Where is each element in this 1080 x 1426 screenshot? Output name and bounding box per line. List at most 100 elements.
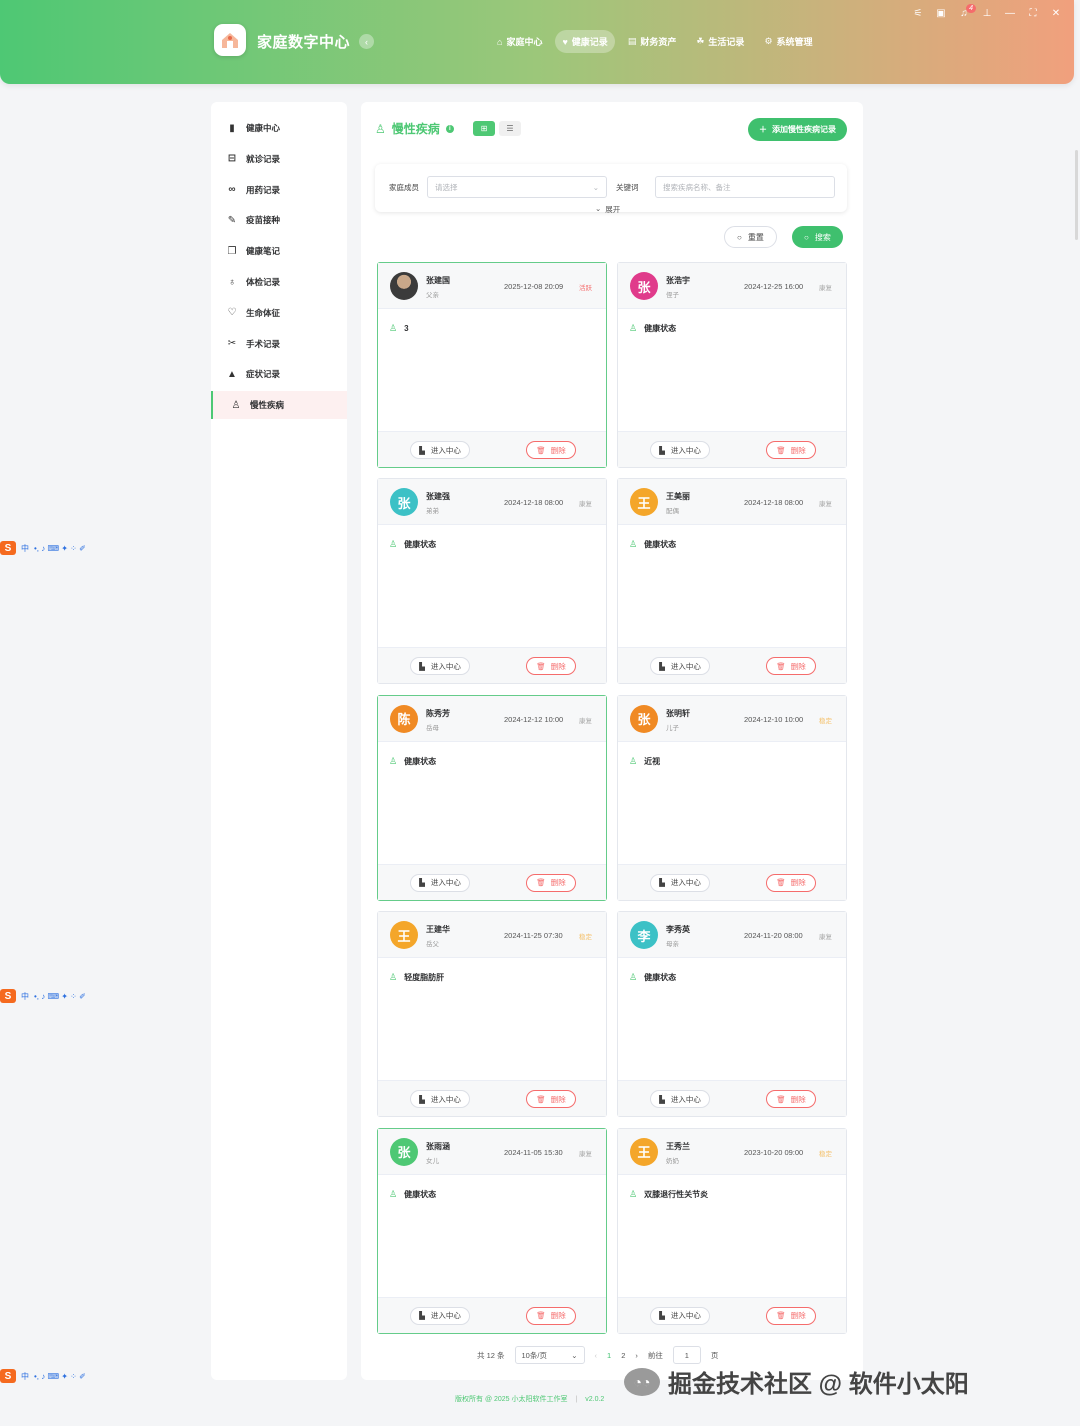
prev-page-icon[interactable]: ‹ <box>595 1351 598 1360</box>
enter-center-button[interactable]: ▙ 进入中心 <box>410 873 470 892</box>
sidebar-item[interactable]: ∞ 用药记录 <box>211 176 347 204</box>
ime-toolbar[interactable]: S 中 •, ♪ ⌨ ✦ ⁘ ✐ <box>0 1369 116 1383</box>
card-footer: ▙ 进入中心 🗑 删除 <box>618 431 846 467</box>
topnav-item[interactable]: ⌂ 家庭中心 <box>490 30 549 53</box>
reset-button[interactable]: ○ 重置 <box>724 226 777 248</box>
enter-center-button[interactable]: ▙ 进入中心 <box>410 441 470 459</box>
disease-name: 3 <box>404 324 409 333</box>
list-view-icon[interactable]: ☰ <box>499 121 521 136</box>
enter-center-button[interactable]: ▙ 进入中心 <box>650 657 710 676</box>
delete-button[interactable]: 🗑 删除 <box>766 1306 816 1325</box>
record-card[interactable]: 张 张明轩 儿子 2024-12-10 10:00 稳定 ♙ 近视 ▙ 进入中心… <box>617 694 847 901</box>
sidebar-icon: ✎ <box>227 214 237 226</box>
enter-center-button[interactable]: ▙ 进入中心 <box>650 873 710 892</box>
sidebar-item[interactable]: ▮ 健康中心 <box>211 114 347 142</box>
card-header: 张 张浩宇 侄子 2024-12-25 16:00 康复 <box>618 263 846 309</box>
enter-center-button[interactable]: ▙ 进入中心 <box>650 1090 710 1109</box>
delete-button[interactable]: 🗑 删除 <box>766 873 816 892</box>
record-card[interactable]: 张 张建强 弟弟 2024-12-18 08:00 康复 ♙ 健康状态 ▙ 进入… <box>377 478 607 685</box>
sliders-icon[interactable]: ⚟ <box>912 8 924 19</box>
delete-button[interactable]: 🗑 删除 <box>526 441 576 459</box>
bell-icon[interactable]: ♫ 4 <box>958 4 976 19</box>
sidebar-item[interactable]: ✎ 疫苗接种 <box>211 206 347 234</box>
delete-button[interactable]: 🗑 删除 <box>766 1090 816 1109</box>
goto-input[interactable]: 1 <box>672 1346 701 1364</box>
member-name: 李秀英 <box>666 925 690 935</box>
enter-center-button[interactable]: ▙ 进入中心 <box>410 1306 470 1325</box>
member-name: 张建强 <box>426 492 450 502</box>
member-relation: 父亲 <box>426 292 439 299</box>
record-card[interactable]: 王 王美丽 配偶 2024-12-18 08:00 康复 ♙ 健康状态 ▙ 进入… <box>617 478 847 685</box>
record-date: 2023-10-20 09:00 <box>744 1147 804 1157</box>
enter-label: 进入中心 <box>670 661 701 671</box>
member-relation: 女儿 <box>426 1157 439 1165</box>
page-2[interactable]: 2 <box>621 1351 625 1360</box>
ime-toolbar[interactable]: S 中 •, ♪ ⌨ ✦ ⁘ ✐ <box>0 541 116 555</box>
member-name: 陈秀芳 <box>426 708 450 718</box>
record-card[interactable]: 李 李秀英 母亲 2024-11-20 08:00 康复 ♙ 健康状态 ▙ 进入… <box>617 911 847 1118</box>
record-card[interactable]: 王 王建华 岳父 2024-11-25 07:30 稳定 ♙ 轻度脂肪肝 ▙ 进… <box>377 911 607 1118</box>
status-badge: 康复 <box>579 1150 592 1158</box>
keyword-input[interactable]: 搜索疾病名称、备注 <box>655 176 835 198</box>
grid-view-icon[interactable]: ⊞ <box>473 121 495 136</box>
card-footer: ▙ 进入中心 🗑 删除 <box>378 647 606 684</box>
page-size-select[interactable]: 10条/页 ⌄ <box>514 1346 585 1364</box>
member-select[interactable]: 请选择 ⌄ <box>427 176 607 198</box>
record-card[interactable]: 张建国 父亲 2025-12-08 20:09 活跃 ♙ 3 ▙ 进入中心 🗑 … <box>377 262 607 468</box>
sidebar-item[interactable]: ❐ 健康笔记 <box>211 237 347 265</box>
disease-name: 健康状态 <box>404 756 437 766</box>
enter-center-button[interactable]: ▙ 进入中心 <box>650 441 710 459</box>
delete-button[interactable]: 🗑 删除 <box>526 873 576 892</box>
search-button[interactable]: ○ 搜索 <box>792 226 843 248</box>
delete-button[interactable]: 🗑 删除 <box>526 657 576 676</box>
close-icon[interactable]: ✕ <box>1050 8 1062 19</box>
pin-icon[interactable]: ⊥ <box>981 8 993 19</box>
card-body: ♙ 近视 <box>629 756 660 767</box>
page-1[interactable]: 1 <box>607 1351 611 1360</box>
delete-button[interactable]: 🗑 删除 <box>526 1090 576 1109</box>
card-header: 陈 陈秀芳 岳母 2024-12-12 10:00 康复 <box>378 695 606 742</box>
topnav-item[interactable]: ⚙ 系统管理 <box>757 30 819 53</box>
next-page-icon[interactable]: › <box>635 1351 638 1360</box>
record-date: 2025-12-08 20:09 <box>504 282 564 291</box>
record-card[interactable]: 张 张雨涵 女儿 2024-11-05 15:30 康复 ♙ 健康状态 ▙ 进入… <box>377 1127 607 1334</box>
sidebar-item[interactable]: ✂ 手术记录 <box>211 330 347 358</box>
enter-label: 进入中心 <box>430 1094 461 1104</box>
info-icon[interactable]: i <box>445 124 454 133</box>
delete-button[interactable]: 🗑 删除 <box>766 657 816 676</box>
sidebar-item[interactable]: ⊟ 就诊记录 <box>211 145 347 173</box>
chevron-left-icon[interactable]: ‹ <box>359 34 374 49</box>
enter-center-button[interactable]: ▙ 进入中心 <box>650 1306 710 1325</box>
avatar: 张 <box>630 704 658 733</box>
record-card[interactable]: 王 王秀兰 奶奶 2023-10-20 09:00 稳定 ♙ 双膝退行性关节炎 … <box>617 1127 847 1334</box>
sidebar-item[interactable]: ▲ 症状记录 <box>211 360 347 388</box>
record-card[interactable]: 张 张浩宇 侄子 2024-12-25 16:00 康复 ♙ 健康状态 ▙ 进入… <box>617 262 847 468</box>
topnav-item[interactable]: ♥ 健康记录 <box>555 30 615 53</box>
lock-icon[interactable]: ▣ <box>935 8 947 19</box>
sidebar-item[interactable]: ♡ 生命体征 <box>211 299 347 327</box>
member-relation: 侄子 <box>666 292 679 299</box>
maximize-icon[interactable]: ⛶ <box>1027 8 1039 19</box>
topnav-item[interactable]: ▤ 财务资产 <box>621 30 684 53</box>
expand-toggle[interactable]: ⌄ 展开 <box>595 204 620 215</box>
add-record-button[interactable]: ＋ 添加慢性疾病记录 <box>748 118 847 141</box>
sidebar-item[interactable]: ♁ 体检记录 <box>211 268 347 296</box>
sidebar-icon: ♙ <box>231 399 241 411</box>
avatar: 王 <box>630 1137 658 1166</box>
enter-center-button[interactable]: ▙ 进入中心 <box>410 1090 470 1109</box>
topnav-item[interactable]: ☘ 生活记录 <box>689 30 751 53</box>
delete-button[interactable]: 🗑 删除 <box>766 441 816 459</box>
delete-button[interactable]: 🗑 删除 <box>526 1306 576 1325</box>
scrollbar[interactable] <box>1075 150 1078 240</box>
record-card[interactable]: 陈 陈秀芳 岳母 2024-12-12 10:00 康复 ♙ 健康状态 ▙ 进入… <box>377 694 607 901</box>
enter-center-button[interactable]: ▙ 进入中心 <box>410 657 470 676</box>
disease-name: 健康状态 <box>644 540 677 550</box>
app-header: 家庭数字中心 ‹ ⌂ 家庭中心 ♥ 健康记录 ▤ 财务资产 ☘ 生活记录 ⚙ 系统管理 ⚟ ▣ ♫… <box>0 0 1074 84</box>
sidebar-item[interactable]: ♙ 慢性疾病 <box>211 391 347 420</box>
member-relation: 配偶 <box>666 508 679 516</box>
nav-label: 生活记录 <box>708 37 745 47</box>
status-badge: 稳定 <box>819 717 832 725</box>
ime-toolbar[interactable]: S 中 •, ♪ ⌨ ✦ ⁘ ✐ <box>0 989 116 1003</box>
minimize-icon[interactable]: — <box>1004 8 1016 19</box>
app-logo <box>214 24 246 56</box>
